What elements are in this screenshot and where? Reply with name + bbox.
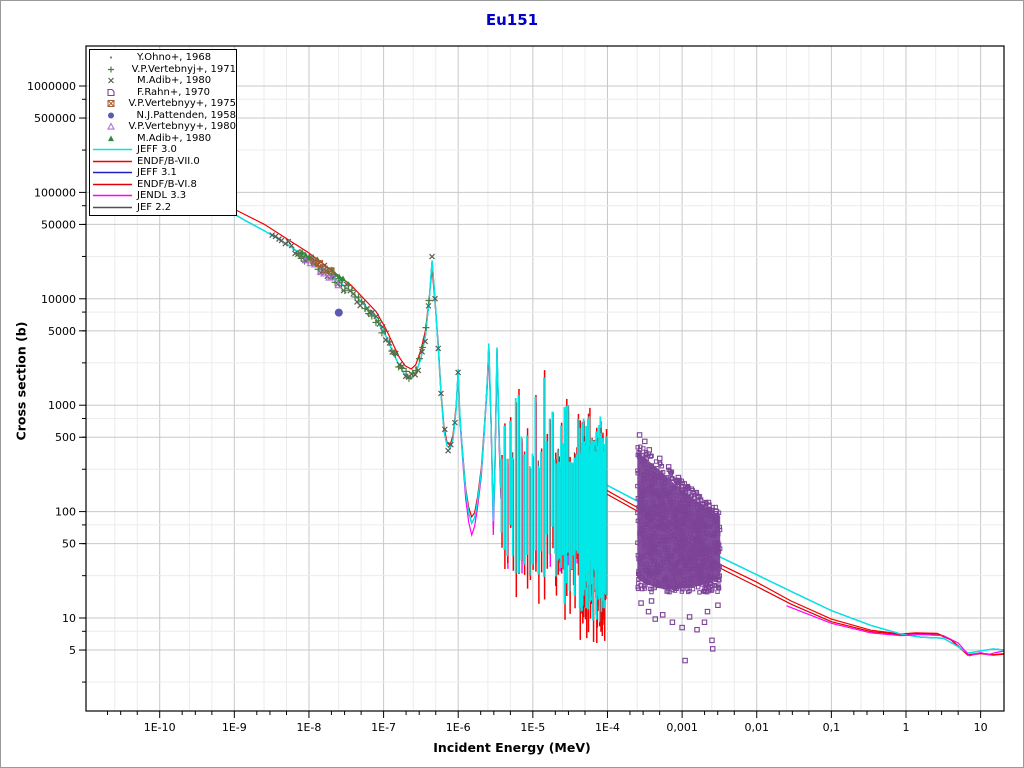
x-tick-label: 0,1 <box>823 721 841 734</box>
x-tick-label: 10 <box>974 721 988 734</box>
legend-item-label: JEFF 3.0 <box>137 144 177 156</box>
scatter-pattenden <box>334 308 343 317</box>
legend-marker-open-triangle-icon <box>107 122 115 130</box>
legend-item: V.P.Vertebnyy+, 1975 <box>92 98 236 110</box>
legend-item-label: V.P.Vertebnyj+, 1971 <box>131 63 236 75</box>
legend-item-label: JEF 2.2 <box>137 201 172 213</box>
scatter-dot <box>282 239 418 378</box>
legend-item-label: JENDL 3.3 <box>137 190 187 202</box>
legend-line-sample <box>93 148 132 151</box>
y-tick-label: 5 <box>69 644 76 657</box>
x-tick-label: 0,01 <box>744 721 769 734</box>
legend-item: V.P.Vertebnyj+, 1971 <box>92 64 236 76</box>
legend-item: F.Rahn+, 1970 <box>92 87 236 99</box>
scatter-plus <box>294 249 433 382</box>
x-tick-label: 0,001 <box>666 721 698 734</box>
legend-item: Y.Ohno+, 1968 <box>92 52 236 64</box>
y-tick-label: 500000 <box>34 112 76 125</box>
y-tick-label: 10 <box>62 612 76 625</box>
legend-item: JENDL 3.3 <box>92 190 236 202</box>
legend-item: JEFF 3.0 <box>92 144 236 156</box>
curve-jeff30 <box>229 210 502 526</box>
legend-item-label: M.Adib+, 1980 <box>137 75 212 87</box>
legend-item: JEF 2.2 <box>92 202 236 214</box>
legend-line-sample <box>93 160 132 163</box>
legend-item-label: JEFF 3.1 <box>137 167 177 179</box>
curve-jef22 <box>229 211 502 525</box>
legend-line-sample <box>93 171 132 174</box>
legend-line-sample <box>93 194 132 197</box>
legend-item-label: ENDF/B-VI.8 <box>137 178 197 190</box>
chart: Eu151 1E-10 1E-9 1E-8 1E-7 1E-6 1E-5 1E-4 0,001… <box>0 0 1024 768</box>
x-tick-label: 1E-9 <box>222 721 247 734</box>
legend-item-label: ENDF/B-VII.0 <box>137 155 200 167</box>
x-tick-label: 1E-8 <box>296 721 321 734</box>
y-tick-label: 50 <box>62 538 76 551</box>
y-tick-label: 500 <box>55 431 76 444</box>
legend-item: JEFF 3.1 <box>92 167 236 179</box>
y-tick-label: 10000 <box>41 293 76 306</box>
legend-line-sample <box>93 183 132 186</box>
y-tick-label: 100000 <box>34 186 76 199</box>
scatter-rahn-cloud <box>635 432 723 664</box>
x-tick-label: 1E-7 <box>371 721 396 734</box>
legend-marker-plus-icon <box>108 66 114 73</box>
legend-item: ENDF/B-VII.0 <box>92 156 236 168</box>
y-tick-label: 50000 <box>41 218 76 231</box>
legend-item: V.P.Vertebnyy+, 1980 <box>92 121 236 133</box>
legend-item-label: Y.Ohno+, 1968 <box>137 52 212 64</box>
legend-item: M.Adib+, 1980 <box>92 133 236 145</box>
legend-marker-box-x-icon <box>107 100 115 108</box>
evaluated-curves <box>229 207 1004 657</box>
legend-marker-x-icon <box>108 77 114 84</box>
legend-item-label: F.Rahn+, 1970 <box>137 86 211 98</box>
curve-jeff31 <box>229 211 502 525</box>
legend-item-label: V.P.Vertebnyy+, 1980 <box>128 121 237 133</box>
x-axis-label: Incident Energy (MeV) <box>433 740 591 755</box>
resonance-spikes <box>500 370 608 643</box>
legend-item-label: V.P.Vertebnyy+, 1975 <box>128 98 237 110</box>
x-tick-label: 1E-4 <box>595 721 620 734</box>
legend-line-sample <box>93 206 132 209</box>
x-tick-label: 1E-5 <box>520 721 545 734</box>
y-tick-label: 100 <box>55 506 76 519</box>
legend-item: ENDF/B-VI.8 <box>92 179 236 191</box>
x-tick-label: 1 <box>903 721 910 734</box>
legend-item-label: N.J.Pattenden, 1958 <box>136 109 236 121</box>
y-tick-label: 1000000 <box>27 80 76 93</box>
legend-marker-dot-icon <box>109 56 113 59</box>
x-tick-label: 1E-6 <box>446 721 471 734</box>
legend-marker-filled-circle-icon <box>108 112 114 119</box>
legend: Y.Ohno+, 1968 V.P.Vertebnyj+, 1971 M.Adib+… <box>89 49 237 216</box>
legend-item: N.J.Pattenden, 1958 <box>92 110 236 122</box>
legend-marker-notch-square-icon <box>107 88 115 96</box>
x-tick-label: 1E-10 <box>144 721 176 734</box>
y-axis-label: Cross section (b) <box>13 321 29 441</box>
legend-item: M.Adib+, 1980 <box>92 75 236 87</box>
y-tick-label: 1000 <box>48 399 76 412</box>
scatter-box-x <box>310 257 335 275</box>
legend-item-label: M.Adib+, 1980 <box>137 132 212 144</box>
legend-marker-filled-triangle-icon <box>108 135 114 141</box>
y-tick-label: 5000 <box>48 325 76 338</box>
